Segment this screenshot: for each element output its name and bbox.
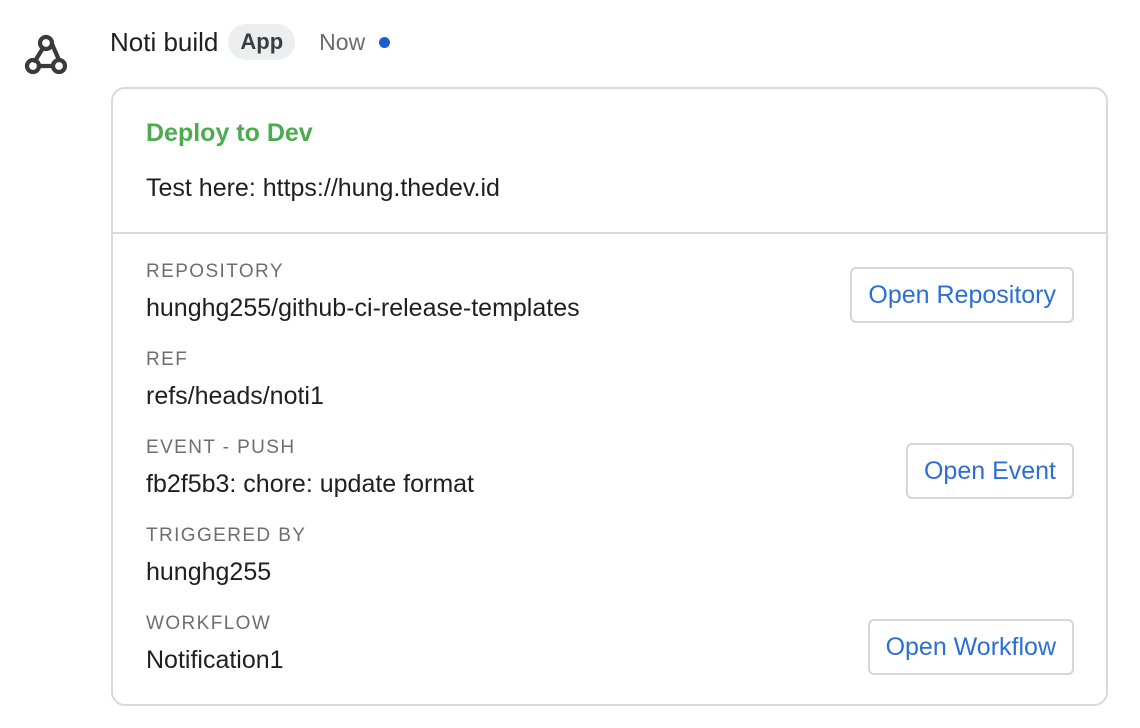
open-repository-button[interactable]: Open Repository [850,267,1074,323]
field-label: REF [146,349,189,370]
message-card: Deploy to Dev Test here: https://hung.th… [111,87,1108,706]
field-repository: REPOSITORY hunghg255/github-ci-release-t… [146,260,766,323]
webhook-icon [22,31,70,79]
field-triggered-by: TRIGGERED BY hunghg255 [146,524,766,587]
field-label: WORKFLOW [146,613,272,634]
open-event-button[interactable]: Open Event [905,443,1074,499]
field-label: TRIGGERED BY [146,525,307,546]
field-label: REPOSITORY [146,261,284,282]
field-ref: REF refs/heads/noti1 [146,348,766,411]
field-label: EVENT - PUSH [146,437,296,458]
open-workflow-button[interactable]: Open Workflow [867,619,1074,675]
field-value: hunghg255 [146,558,272,586]
card-text: Test here: https://hung.thedev.id [146,174,500,202]
field-event: EVENT - PUSH fb2f5b3: chore: update form… [146,436,766,499]
message-timestamp[interactable]: Now [319,29,365,56]
field-value: Notification1 [146,646,284,674]
field-value: refs/heads/noti1 [146,382,324,410]
sender-name[interactable]: Noti build [110,27,218,58]
field-value: hunghg255/github-ci-release-templates [146,294,580,322]
card-header: Deploy to Dev Test here: https://hung.th… [113,89,1106,234]
message-header: Noti build App Now [110,22,391,62]
field-value: fb2f5b3: chore: update format [146,470,474,498]
unread-indicator [379,36,391,48]
card-title: Deploy to Dev [146,119,313,147]
field-workflow: WORKFLOW Notification1 [146,612,766,675]
app-badge: App [228,24,296,60]
